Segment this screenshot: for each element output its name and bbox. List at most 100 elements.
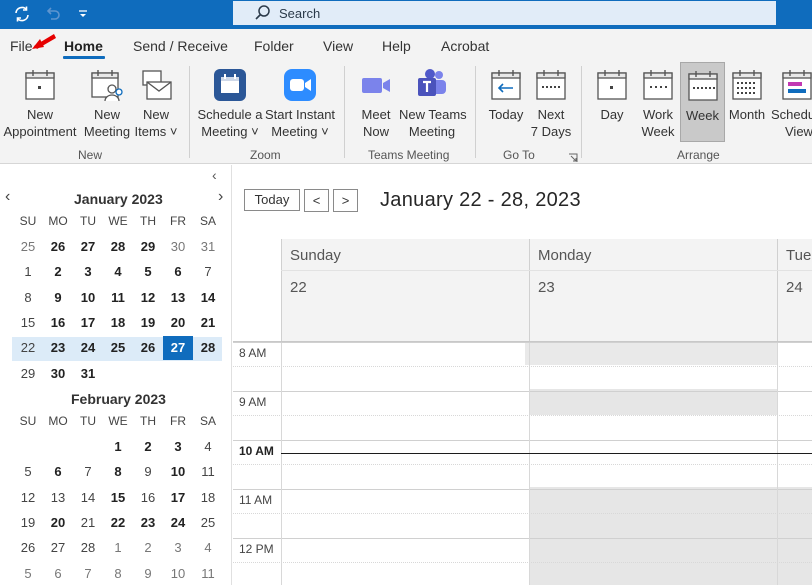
- undo-icon[interactable]: [42, 4, 64, 24]
- new-meeting-button[interactable]: New Meeting: [80, 62, 134, 142]
- calendar-day[interactable]: 10: [73, 286, 103, 310]
- calendar-day[interactable]: 16: [133, 486, 163, 510]
- calendar-day[interactable]: 9: [133, 562, 163, 585]
- calendar-day[interactable]: 8: [103, 460, 133, 484]
- calendar-day[interactable]: 10: [163, 460, 193, 484]
- calendar-day[interactable]: 25: [103, 336, 133, 360]
- tab-send-receive[interactable]: Send / Receive: [133, 38, 228, 54]
- sync-icon[interactable]: [11, 4, 33, 24]
- calendar-day[interactable]: 3: [73, 260, 103, 284]
- tab-acrobat[interactable]: Acrobat: [441, 38, 489, 54]
- calendar-day[interactable]: 12: [13, 486, 43, 510]
- calendar-day[interactable]: 7: [193, 260, 223, 284]
- calendar-day[interactable]: 31: [73, 362, 103, 386]
- calendar-day[interactable]: 8: [103, 562, 133, 585]
- new-teams-meeting-button[interactable]: New Teams Meeting: [399, 62, 467, 142]
- meet-now-button[interactable]: Meet Now: [354, 62, 398, 142]
- next-week-button[interactable]: >: [333, 189, 358, 212]
- calendar-day[interactable]: 15: [103, 486, 133, 510]
- calendar-day[interactable]: 28: [193, 336, 223, 360]
- calendar-day[interactable]: 13: [163, 286, 193, 310]
- calendar-day[interactable]: 6: [43, 562, 73, 585]
- calendar-day[interactable]: 5: [13, 460, 43, 484]
- go-to-today-button[interactable]: Today: [484, 62, 528, 142]
- calendar-day[interactable]: 30: [163, 235, 193, 259]
- calendar-day[interactable]: 5: [13, 562, 43, 585]
- calendar-day[interactable]: 18: [193, 486, 223, 510]
- calendar-day[interactable]: 1: [103, 435, 133, 459]
- busy-block[interactable]: [525, 343, 777, 365]
- calendar-day[interactable]: 1: [13, 260, 43, 284]
- week-view-button[interactable]: Week: [680, 62, 725, 142]
- calendar-day[interactable]: 4: [103, 260, 133, 284]
- calendar-day[interactable]: 26: [43, 235, 73, 259]
- day-header-sunday[interactable]: Sunday 22: [281, 239, 529, 342]
- calendar-day[interactable]: 25: [193, 511, 223, 535]
- day-header-tuesday[interactable]: Tue 24: [777, 239, 812, 342]
- calendar-day[interactable]: 13: [43, 486, 73, 510]
- calendar-day[interactable]: 26: [133, 336, 163, 360]
- calendar-day[interactable]: 17: [163, 486, 193, 510]
- tab-folder[interactable]: Folder: [254, 38, 294, 54]
- calendar-day[interactable]: 29: [13, 362, 43, 386]
- calendar-day[interactable]: 24: [73, 336, 103, 360]
- tab-home[interactable]: Home: [64, 38, 103, 54]
- next-7-days-button[interactable]: Next 7 Days: [530, 62, 572, 142]
- calendar-day[interactable]: 6: [43, 460, 73, 484]
- calendar-day[interactable]: 2: [133, 435, 163, 459]
- new-items-button[interactable]: New Items ˅: [134, 62, 178, 142]
- new-appointment-button[interactable]: New Appointment: [2, 62, 78, 142]
- calendar-day[interactable]: 20: [43, 511, 73, 535]
- mini-calendar-title-february[interactable]: February 2023: [71, 391, 166, 407]
- start-instant-meeting-button[interactable]: Start Instant Meeting ˅: [264, 62, 336, 142]
- tab-help[interactable]: Help: [382, 38, 411, 54]
- calendar-day[interactable]: 16: [43, 311, 73, 335]
- calendar-day[interactable]: 4: [193, 435, 223, 459]
- work-week-view-button[interactable]: Work Week: [636, 62, 680, 142]
- day-view-button[interactable]: Day: [590, 62, 634, 142]
- calendar-day[interactable]: 22: [103, 511, 133, 535]
- calendar-day[interactable]: 23: [133, 511, 163, 535]
- calendar-day[interactable]: 8: [13, 286, 43, 310]
- day-header-monday[interactable]: Monday 23: [529, 239, 777, 342]
- calendar-day[interactable]: 2: [133, 536, 163, 560]
- collapse-pane-chevron-icon[interactable]: ‹: [212, 167, 217, 183]
- calendar-day[interactable]: 11: [103, 286, 133, 310]
- search-box[interactable]: Search: [233, 1, 776, 25]
- calendar-day[interactable]: 23: [43, 336, 73, 360]
- calendar-day[interactable]: 2: [43, 260, 73, 284]
- calendar-day[interactable]: 5: [133, 260, 163, 284]
- calendar-day[interactable]: 29: [133, 235, 163, 259]
- calendar-day[interactable]: 1: [103, 536, 133, 560]
- next-month-chevron-icon[interactable]: ›: [218, 188, 223, 206]
- schedule-view-button[interactable]: Schedule View: [770, 62, 812, 142]
- calendar-day[interactable]: 14: [193, 286, 223, 310]
- calendar-day[interactable]: 28: [73, 536, 103, 560]
- tab-view[interactable]: View: [323, 38, 353, 54]
- calendar-day[interactable]: 15: [13, 311, 43, 335]
- previous-week-button[interactable]: <: [304, 189, 329, 212]
- calendar-day[interactable]: 4: [193, 536, 223, 560]
- calendar-day[interactable]: 10: [163, 562, 193, 585]
- calendar-day[interactable]: 11: [193, 460, 223, 484]
- calendar-day[interactable]: 26: [13, 536, 43, 560]
- calendar-day[interactable]: 14: [73, 486, 103, 510]
- calendar-day[interactable]: 3: [163, 435, 193, 459]
- customize-toolbar-icon[interactable]: [72, 4, 94, 24]
- previous-month-chevron-icon[interactable]: ‹: [5, 188, 10, 206]
- calendar-day[interactable]: 22: [13, 336, 43, 360]
- calendar-day[interactable]: 31: [193, 235, 223, 259]
- calendar-day[interactable]: 27: [73, 235, 103, 259]
- calendar-day[interactable]: 9: [43, 286, 73, 310]
- calendar-day[interactable]: 21: [73, 511, 103, 535]
- calendar-day[interactable]: 19: [133, 311, 163, 335]
- today-button[interactable]: Today: [244, 189, 300, 211]
- calendar-day[interactable]: 7: [73, 460, 103, 484]
- schedule-zoom-meeting-button[interactable]: Schedule a Meeting ˅: [196, 62, 264, 142]
- calendar-day[interactable]: 27: [163, 336, 193, 361]
- calendar-day[interactable]: 6: [163, 260, 193, 284]
- mini-calendar-title-january[interactable]: January 2023: [74, 191, 163, 207]
- calendar-day[interactable]: 11: [193, 562, 223, 585]
- calendar-day[interactable]: 20: [163, 311, 193, 335]
- busy-block[interactable]: [529, 389, 777, 415]
